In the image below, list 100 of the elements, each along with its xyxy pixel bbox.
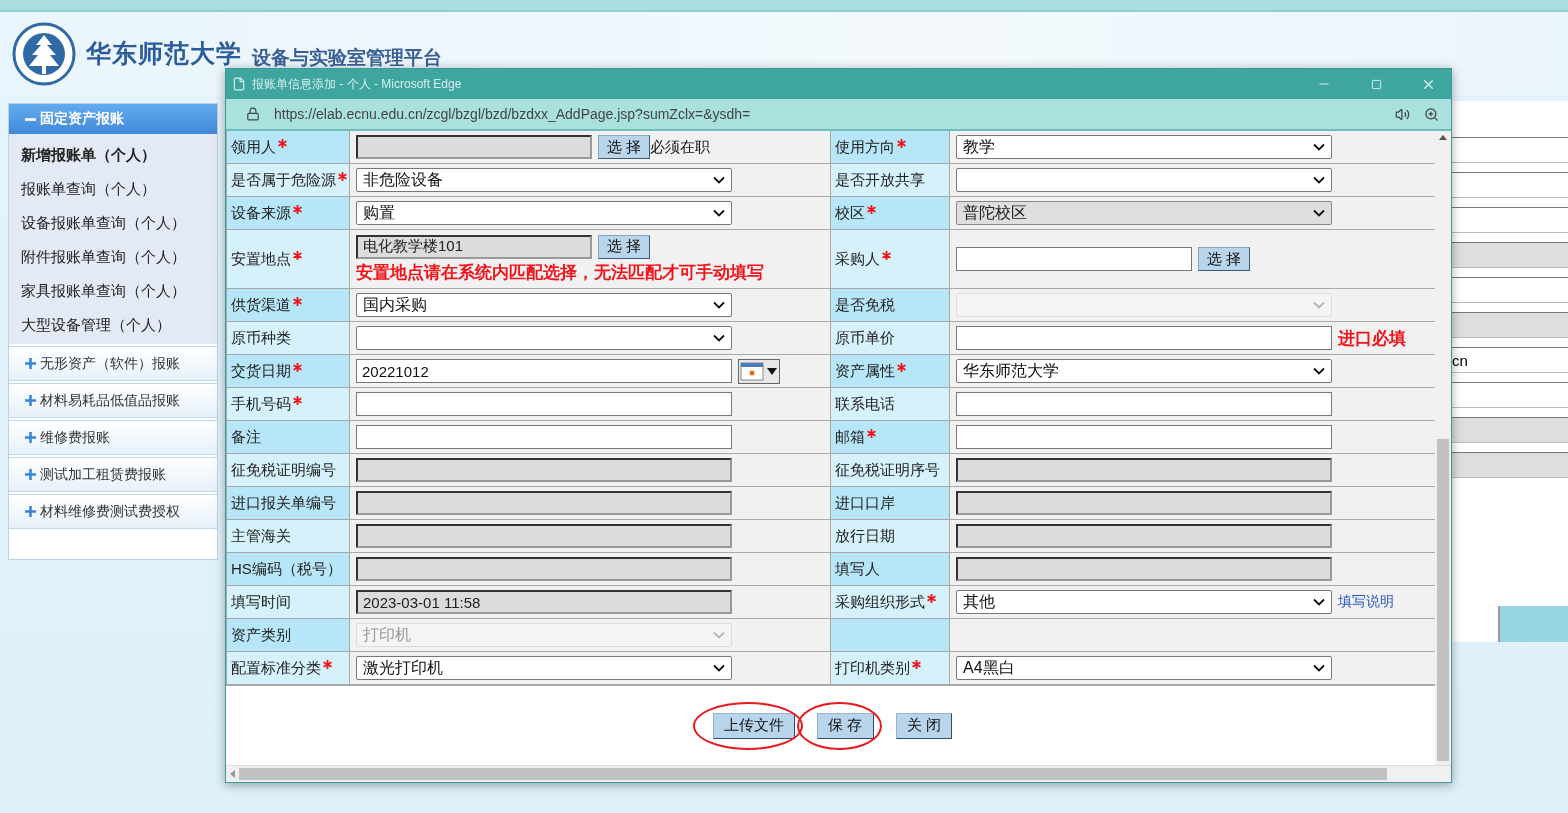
help-link[interactable]: 填写说明	[1338, 593, 1394, 611]
chevron-icon	[713, 301, 725, 309]
dropdown[interactable]: 国内采购	[356, 293, 732, 317]
field-label: 供货渠道	[231, 295, 291, 315]
dropdown[interactable]: 激光打印机	[356, 656, 732, 680]
dropdown[interactable]: 普陀校区	[956, 201, 1332, 225]
input-field[interactable]	[956, 247, 1192, 271]
menu-group-title: 固定资产报账	[40, 110, 124, 128]
menu-group-header[interactable]: 测试加工租赁费报账	[9, 457, 217, 492]
menu-group-header[interactable]: 维修费报账	[9, 420, 217, 455]
input-field[interactable]: 电化教学楼101	[356, 234, 592, 259]
chevron-icon	[1313, 209, 1325, 217]
field-text: cn	[1452, 351, 1468, 369]
platform-subtitle: 设备与实验室管理平台	[252, 45, 442, 70]
read-aloud-icon[interactable]	[1395, 106, 1410, 122]
table-header-bar	[1498, 606, 1568, 642]
menu-group-title: 维修费报账	[40, 428, 110, 447]
field-label: 打印机类别	[835, 658, 910, 678]
menu-group-header[interactable]: 材料维修费测试费授权	[9, 494, 217, 529]
input-field[interactable]	[956, 458, 1332, 482]
menu-item[interactable]: 设备报账单查询（个人）	[9, 206, 217, 240]
field-label: 原币单价	[835, 328, 895, 348]
menu-group-title: 无形资产（软件）报账	[40, 354, 180, 373]
page-icon	[232, 77, 246, 91]
field-label: 校区	[835, 203, 865, 223]
field-label: 征免税证明编号	[231, 460, 336, 480]
zoom-icon[interactable]	[1424, 106, 1439, 122]
input-field[interactable]	[356, 524, 732, 548]
date-field[interactable]: 20221012	[356, 359, 732, 383]
field-label: 领用人	[231, 137, 276, 157]
input-field[interactable]	[356, 425, 732, 449]
chevron-icon	[713, 664, 725, 672]
action-button[interactable]: 关 闭	[895, 712, 952, 739]
window-title: 报账单信息添加 - 个人 - Microsoft Edge	[252, 75, 463, 93]
dropdown[interactable]	[356, 326, 732, 350]
field-label: 是否免税	[835, 295, 895, 315]
input-field[interactable]	[956, 491, 1332, 515]
warning-text: 安置地点请在系统内匹配选择，无法匹配才可手动填写	[356, 261, 765, 284]
menu-item[interactable]: 家具报账单查询（个人）	[9, 274, 217, 308]
field-label: 采购人	[835, 249, 880, 269]
menu-group-header[interactable]: 材料易耗品低值品报账	[9, 383, 217, 418]
input-field[interactable]	[956, 524, 1332, 548]
seal-logo	[12, 21, 76, 86]
horizontal-scrollbar[interactable]	[226, 765, 1451, 782]
input-field[interactable]: 2023-03-01 11:58	[356, 590, 732, 614]
field-label: 进口口岸	[835, 493, 895, 513]
menu-item[interactable]: 大型设备管理（个人）	[9, 308, 217, 342]
input-field[interactable]	[356, 491, 732, 515]
field-label: 填写人	[835, 559, 880, 579]
field-label: 手机号码	[231, 394, 291, 414]
warning-text: 进口必填	[1338, 327, 1406, 350]
chevron-icon	[713, 209, 725, 217]
field-label: 主管海关	[231, 526, 291, 546]
input-field[interactable]	[956, 392, 1332, 416]
chevron-icon	[713, 334, 725, 342]
vertical-scrollbar[interactable]	[1435, 131, 1451, 765]
lock-icon	[246, 107, 260, 121]
dropdown[interactable]: 其他	[956, 590, 1332, 614]
action-button[interactable]: 上传文件	[713, 712, 796, 739]
field-label: 安置地点	[231, 249, 291, 269]
dropdown[interactable]: 非危险设备	[356, 168, 732, 192]
scroll-left-icon[interactable]	[230, 770, 235, 778]
field-label: 配置标准分类	[231, 658, 321, 678]
input-field[interactable]	[356, 135, 592, 159]
menu-item[interactable]: 附件报账单查询（个人）	[9, 240, 217, 274]
menu-group-title: 材料易耗品低值品报账	[40, 391, 180, 410]
dropdown[interactable]: A4黑白	[956, 656, 1332, 680]
field-label: 资产类别	[231, 625, 291, 645]
calendar-icon[interactable]	[738, 358, 780, 384]
select-button[interactable]: 选 择	[598, 234, 651, 259]
field-label: 资产属性	[835, 361, 895, 381]
dropdown[interactable]: 购置	[356, 201, 732, 225]
chevron-icon	[1313, 176, 1325, 184]
input-field[interactable]	[956, 425, 1332, 449]
field-label: 交货日期	[231, 361, 291, 381]
scroll-up-icon[interactable]	[1439, 135, 1447, 140]
select-button[interactable]: 选 择	[1198, 247, 1251, 271]
input-field[interactable]	[956, 326, 1332, 350]
select-button[interactable]: 选 择	[598, 135, 651, 159]
input-field[interactable]	[356, 392, 732, 416]
dropdown[interactable]: 华东师范大学	[956, 359, 1332, 383]
field-label: 原币种类	[231, 328, 291, 348]
menu-item[interactable]: 报账单查询（个人）	[9, 172, 217, 206]
chevron-icon	[713, 176, 725, 184]
field-label: 联系电话	[835, 394, 895, 414]
action-button[interactable]: 保 存	[817, 712, 874, 739]
university-title: 华东师范大学	[86, 38, 242, 69]
dropdown: 打印机	[356, 623, 732, 647]
menu-item[interactable]: 新增报账单（个人）	[9, 138, 217, 172]
input-field[interactable]	[356, 557, 732, 581]
dropdown[interactable]	[956, 168, 1332, 192]
input-field[interactable]	[356, 458, 732, 482]
chevron-icon	[1313, 143, 1325, 151]
menu-group-header[interactable]: 无形资产（软件）报账	[9, 346, 217, 381]
dropdown[interactable]: 教学	[956, 135, 1332, 159]
field-label: 填写时间	[231, 592, 291, 612]
input-field[interactable]	[956, 557, 1332, 581]
chevron-icon	[713, 631, 725, 639]
field-label: 进口报关单编号	[231, 493, 336, 513]
field-label: 邮箱	[835, 427, 865, 447]
